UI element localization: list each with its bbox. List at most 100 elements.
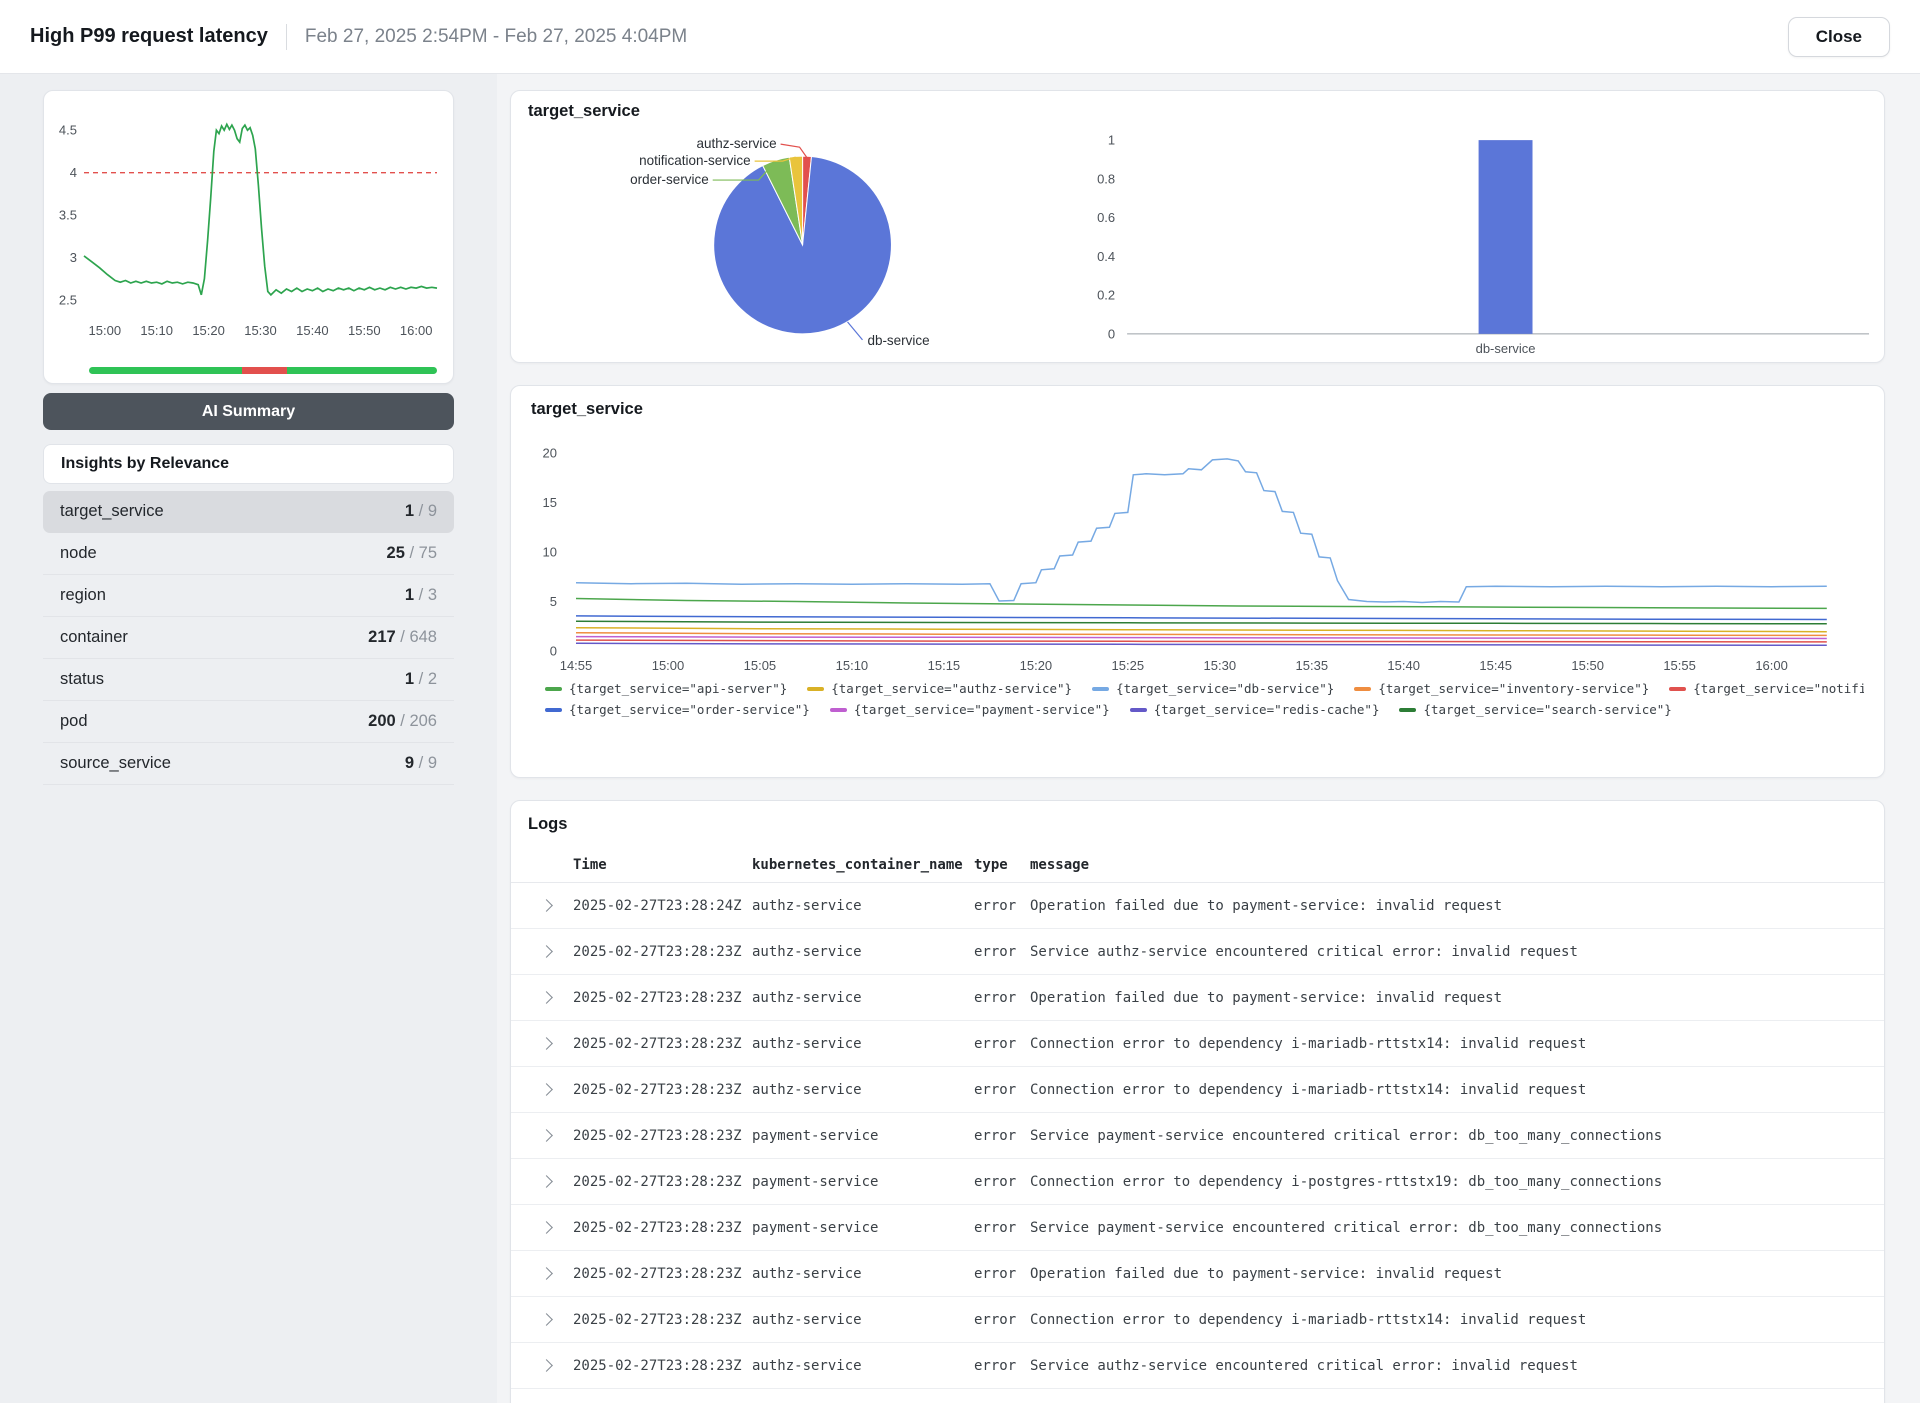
pie-label-line (848, 322, 863, 340)
log-row[interactable]: 2025-02-27T23:28:23Zpayment-serviceerror… (511, 1113, 1884, 1159)
header-divider (286, 24, 287, 50)
log-type: error (974, 898, 1030, 914)
log-row[interactable]: 2025-02-27T23:28:23Zauthz-serviceerrorCo… (511, 1021, 1884, 1067)
log-message: Operation failed due to payment-service:… (1030, 990, 1864, 1006)
log-time: 2025-02-27T23:28:24Z (573, 898, 752, 914)
expand-chevron-icon[interactable] (540, 1313, 553, 1326)
logs-column-header: kubernetes_container_name (752, 857, 974, 873)
facet-name: pod (60, 712, 88, 731)
facet-row-node[interactable]: node25 / 75 (43, 533, 454, 575)
svg-text:db-service: db-service (1476, 341, 1536, 356)
log-time: 2025-02-27T23:28:23Z (573, 944, 752, 960)
facet-row-target_service[interactable]: target_service1 / 9 (43, 491, 454, 533)
expand-chevron-icon[interactable] (540, 991, 553, 1004)
logs-column-header: Time (573, 857, 752, 873)
svg-text:4: 4 (70, 165, 77, 180)
legend-label: {target_service="search-service"} (1423, 702, 1671, 717)
facet-count: 9 / 9 (405, 754, 437, 773)
facet-row-pod[interactable]: pod 200 / 206 (43, 701, 454, 743)
log-time: 2025-02-27T23:28:23Z (573, 1266, 752, 1282)
log-type: error (974, 944, 1030, 960)
facet-row-source_service[interactable]: source_service9 / 9 (43, 743, 454, 785)
legend-item[interactable]: {target_service="search-service"} (1399, 702, 1671, 717)
logs-column-header: message (1030, 857, 1864, 873)
svg-text:0.8: 0.8 (1097, 171, 1115, 186)
expand-chevron-icon[interactable] (540, 899, 553, 912)
legend-swatch (807, 687, 824, 691)
svg-text:15:00: 15:00 (89, 323, 122, 338)
expand-chevron-icon[interactable] (540, 1083, 553, 1096)
legend-swatch (545, 687, 562, 691)
legend-item[interactable]: {target_service="authz-service"} (807, 681, 1072, 696)
log-row[interactable]: 2025-02-27T23:28:23Zpayment-serviceerror… (511, 1159, 1884, 1205)
log-row[interactable]: 2025-02-27T23:28:23Zauthz-serviceerrorSe… (511, 929, 1884, 975)
log-row[interactable]: 2025-02-27T23:28:23Zauthz-serviceerrorOp… (511, 975, 1884, 1021)
legend-item[interactable]: {target_service="api-server"} (545, 681, 787, 696)
legend-label: {target_service="api-server"} (569, 681, 787, 696)
log-container-name: authz-service (752, 898, 974, 914)
expand-chevron-icon[interactable] (540, 1267, 553, 1280)
expand-chevron-icon[interactable] (540, 1129, 553, 1142)
series-line (576, 459, 1827, 603)
legend-item[interactable]: {target_service="inventory-service"} (1354, 681, 1649, 696)
legend-swatch (1399, 708, 1416, 712)
log-row[interactable]: 2025-02-27T23:28:23Zauthz-serviceerrorOp… (511, 1251, 1884, 1297)
svg-text:db-service: db-service (867, 333, 929, 348)
facet-count: 1 / 3 (405, 586, 437, 605)
body: 4.543.532.515:0015:1015:2015:3015:4015:5… (0, 74, 1920, 1403)
expand-chevron-icon[interactable] (540, 1359, 553, 1372)
legend-item[interactable]: {target_service="notification-service"} (1669, 681, 1864, 696)
legend-item[interactable]: {target_service="redis-cache"} (1130, 702, 1380, 717)
log-message: Service authz-service encountered critic… (1030, 1358, 1864, 1374)
svg-text:0: 0 (1108, 326, 1115, 341)
svg-text:15:50: 15:50 (1571, 658, 1604, 673)
overview-chart-card: 4.543.532.515:0015:1015:2015:3015:4015:5… (43, 90, 454, 384)
log-type: error (974, 1266, 1030, 1282)
legend-item[interactable]: {target_service="order-service"} (545, 702, 810, 717)
expand-chevron-icon[interactable] (540, 1037, 553, 1050)
health-bar-segment (89, 367, 242, 374)
legend-item[interactable]: {target_service="payment-service"} (830, 702, 1110, 717)
log-type: error (974, 1082, 1030, 1098)
expand-chevron-icon[interactable] (540, 945, 553, 958)
svg-text:15:20: 15:20 (192, 323, 225, 338)
close-button[interactable]: Close (1788, 17, 1890, 57)
facet-row-container[interactable]: container217 / 648 (43, 617, 454, 659)
ai-summary-button[interactable]: AI Summary (43, 393, 454, 430)
main-content: target_service authz-servicedb-serviceor… (497, 74, 1920, 1403)
facet-list: target_service1 / 9node25 / 75region1 / … (43, 491, 454, 785)
log-container-name: payment-service (752, 1128, 974, 1144)
page-title: High P99 request latency (30, 25, 268, 48)
log-row[interactable]: 2025-02-27T23:28:23Zpayment-serviceerror… (511, 1205, 1884, 1251)
chart-legend-row-1: {target_service="api-server"} {target_ser… (545, 681, 1864, 696)
log-message: Connection error to dependency i-postgre… (1030, 1174, 1864, 1190)
facet-row-status[interactable]: status1 / 2 (43, 659, 454, 701)
expand-chevron-icon[interactable] (540, 1221, 553, 1234)
legend-swatch (830, 708, 847, 712)
facet-count: 200 / 206 (368, 712, 437, 731)
series-line (576, 643, 1827, 645)
facet-row-region[interactable]: region1 / 3 (43, 575, 454, 617)
log-row[interactable]: 2025-02-27T23:28:23Zauthz-serviceerrorSe… (511, 1343, 1884, 1389)
svg-text:14:55: 14:55 (560, 658, 593, 673)
log-type: error (974, 1036, 1030, 1052)
log-container-name: authz-service (752, 990, 974, 1006)
time-range: Feb 27, 2025 2:54PM - Feb 27, 2025 4:04P… (305, 26, 687, 48)
log-row[interactable]: 2025-02-27T23:28:24Zauthz-serviceerrorOp… (511, 883, 1884, 929)
svg-text:15:00: 15:00 (652, 658, 685, 673)
insights-by-relevance-header[interactable]: Insights by Relevance (43, 444, 454, 484)
facet-count: 1 / 2 (405, 670, 437, 689)
legend-label: {target_service="payment-service"} (854, 702, 1110, 717)
facet-count: 25 / 75 (387, 544, 437, 563)
legend-item[interactable]: {target_service="db-service"} (1092, 681, 1334, 696)
target-service-breakdown-card: target_service authz-servicedb-serviceor… (510, 90, 1885, 363)
svg-text:0.2: 0.2 (1097, 288, 1115, 303)
log-row[interactable]: 2025-02-27T23:28:23Zauthz-serviceerrorOp… (511, 1389, 1884, 1403)
log-row[interactable]: 2025-02-27T23:28:23Zauthz-serviceerrorCo… (511, 1067, 1884, 1113)
bar-db-service (1479, 140, 1533, 334)
svg-text:4.5: 4.5 (59, 123, 77, 138)
log-type: error (974, 1358, 1030, 1374)
expand-chevron-icon[interactable] (540, 1175, 553, 1188)
log-row[interactable]: 2025-02-27T23:28:23Zauthz-serviceerrorCo… (511, 1297, 1884, 1343)
log-time: 2025-02-27T23:28:23Z (573, 1128, 752, 1144)
